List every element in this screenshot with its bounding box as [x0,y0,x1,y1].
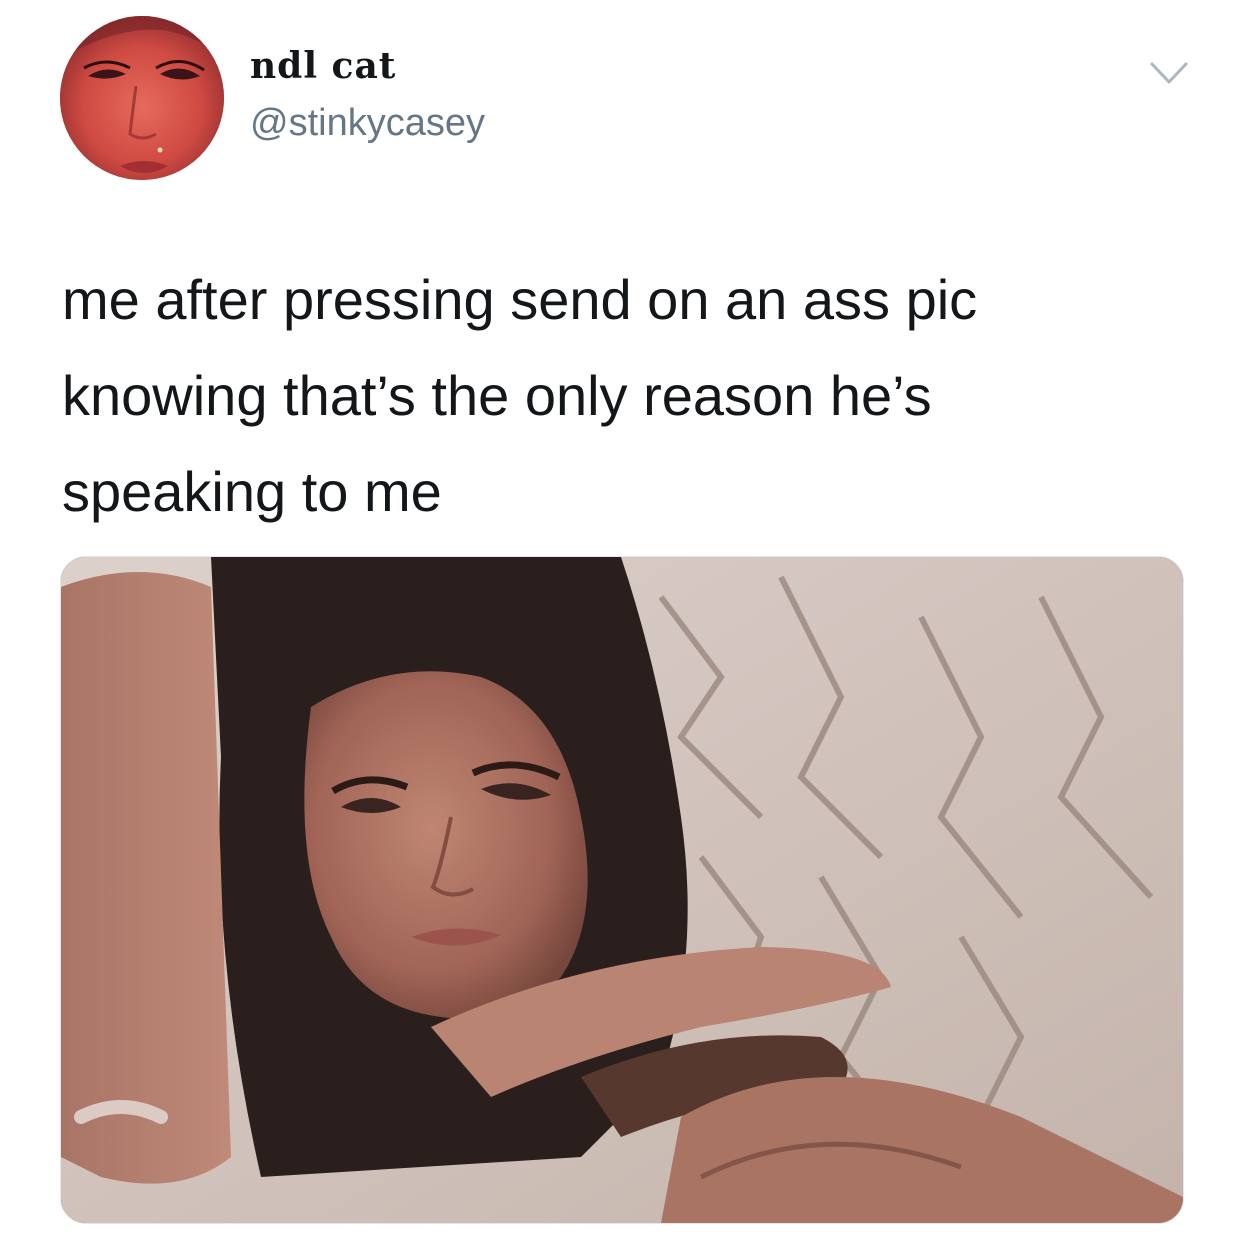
author-handle[interactable]: @stinkycasey [250,100,485,146]
avatar-photo-icon [60,16,224,180]
tweet-text: me after pressing send on an ass pic kno… [62,268,978,523]
attached-photo-icon [61,557,1183,1223]
tweet-card: ndl cat @stinkycasey me after pressing s… [0,0,1242,1258]
author-display-name[interactable]: ndl cat [250,44,396,88]
tweet-media-photo[interactable] [60,556,1184,1224]
chevron-down-icon[interactable] [1148,58,1190,88]
author-avatar[interactable] [60,16,224,180]
